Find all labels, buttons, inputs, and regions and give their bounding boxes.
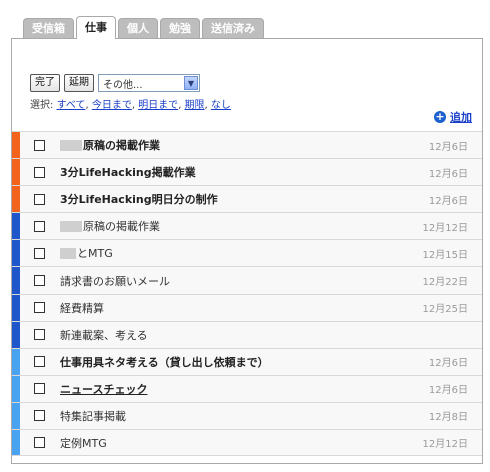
filter-none-link[interactable]: なし	[211, 100, 231, 111]
task-row[interactable]: 3分LifeHacking明日分の制作 12月6日	[12, 185, 482, 213]
filter-all-link[interactable]: すべて	[57, 100, 86, 111]
task-checkbox[interactable]	[34, 275, 45, 287]
selection-filter: 選択: すべて, 今日まで, 明日まで, 期限, なし	[30, 100, 231, 111]
task-title-text: 経費精算	[60, 301, 104, 315]
task-row[interactable]: 原稿の掲載作業 12月12日	[12, 212, 482, 240]
task-title: 仕事用具ネタ考える（貸し出し依頼まで）	[60, 354, 269, 370]
tab-work[interactable]: 仕事	[76, 16, 116, 39]
task-title-text: 3分LifeHacking明日分の制作	[60, 193, 218, 207]
task-title-text: 原稿の掲載作業	[83, 220, 160, 234]
task-list: 原稿の掲載作業 12月6日 3分LifeHacking掲載作業 12月6日 3分Life…	[12, 131, 482, 457]
tab-personal[interactable]: 個人	[118, 18, 158, 39]
redacted-text	[60, 247, 76, 259]
task-due-date: 12月6日	[428, 385, 468, 397]
task-row[interactable]: 請求書のお願いメール 12月22日	[12, 266, 482, 294]
task-title: 3分LifeHacking明日分の制作	[60, 191, 218, 207]
task-title-text: 請求書のお願いメール	[60, 274, 170, 288]
redacted-text	[60, 220, 82, 232]
task-title-text: 仕事用具ネタ考える（貸し出し依頼まで）	[60, 355, 269, 369]
task-due-date: 12月6日	[428, 141, 468, 153]
task-checkbox[interactable]	[34, 166, 45, 178]
filter-due-link[interactable]: 期限	[185, 100, 205, 111]
task-title-text: とMTG	[77, 247, 113, 261]
task-row[interactable]: 経費精算 12月25日	[12, 293, 482, 321]
more-actions-select[interactable]: その他... ▼	[98, 74, 200, 92]
task-title: 定例MTG	[60, 435, 107, 451]
task-checkbox[interactable]	[34, 302, 45, 314]
complete-button[interactable]: 完了	[30, 74, 60, 92]
plus-icon: +	[434, 110, 446, 123]
task-checkbox[interactable]	[34, 410, 45, 422]
task-row[interactable]: 新連載案、考える	[12, 320, 482, 348]
task-checkbox[interactable]	[34, 193, 45, 205]
priority-indicator	[12, 430, 20, 456]
postpone-button[interactable]: 延期	[64, 74, 94, 92]
task-row[interactable]: 3分LifeHacking掲載作業 12月6日	[12, 158, 482, 186]
task-title: 原稿の掲載作業	[60, 137, 160, 153]
task-due-date: 12月15日	[422, 249, 468, 261]
task-title-text: ニュースチェック	[60, 382, 148, 396]
task-controls: 完了 延期 その他... ▼	[30, 74, 200, 92]
task-row[interactable]: 原稿の掲載作業 12月6日	[12, 131, 482, 159]
task-due-date: 12月6日	[428, 195, 468, 207]
task-checkbox[interactable]	[34, 139, 45, 151]
task-due-date: 12月12日	[422, 439, 468, 451]
task-row[interactable]: ニュースチェック 12月6日	[12, 374, 482, 402]
tab-bar: 受信箱 仕事 個人 勉強 送信済み	[23, 16, 264, 39]
filter-today-link[interactable]: 今日まで	[92, 100, 132, 111]
task-row[interactable]: 仕事用具ネタ考える（貸し出し依頼まで） 12月6日	[12, 347, 482, 375]
tab-inbox[interactable]: 受信箱	[23, 18, 74, 39]
priority-indicator	[12, 186, 20, 213]
task-title-text: 新連載案、考える	[60, 328, 148, 342]
priority-indicator	[12, 348, 20, 375]
task-title-text: 特集記事掲載	[60, 409, 126, 423]
task-title: 新連載案、考える	[60, 327, 148, 343]
task-title[interactable]: ニュースチェック	[60, 381, 147, 397]
task-due-date: 12月6日	[428, 168, 468, 180]
task-due-date: 12月8日	[428, 412, 468, 424]
task-due-date: 12月12日	[422, 222, 468, 234]
priority-indicator	[12, 267, 20, 294]
task-checkbox[interactable]	[34, 437, 45, 449]
priority-indicator	[12, 375, 20, 402]
task-checkbox[interactable]	[34, 383, 45, 395]
priority-indicator	[12, 294, 20, 321]
priority-indicator	[12, 240, 20, 267]
task-title-text: 原稿の掲載作業	[83, 139, 160, 153]
filter-tomorrow-link[interactable]: 明日まで	[138, 100, 178, 111]
task-checkbox[interactable]	[34, 329, 45, 341]
filter-prefix: 選択:	[30, 100, 54, 111]
task-title: 原稿の掲載作業	[60, 218, 160, 234]
task-title-text: 定例MTG	[60, 436, 107, 450]
task-row[interactable]: 特集記事掲載 12月8日	[12, 401, 482, 430]
more-actions-select-value: その他...	[103, 79, 143, 91]
chevron-down-icon[interactable]: ▼	[184, 76, 198, 90]
task-title: 特集記事掲載	[60, 408, 126, 424]
priority-indicator	[12, 159, 20, 186]
priority-indicator	[12, 132, 20, 159]
tab-sent[interactable]: 送信済み	[202, 18, 264, 39]
priority-indicator	[12, 213, 20, 240]
task-panel: 完了 延期 その他... ▼ 選択: すべて, 今日まで, 明日まで, 期限, …	[11, 38, 483, 464]
task-checkbox[interactable]	[34, 356, 45, 368]
tab-study[interactable]: 勉強	[160, 18, 200, 39]
task-row[interactable]: 定例MTG 12月12日	[12, 429, 482, 457]
priority-indicator	[12, 321, 20, 348]
task-due-date: 12月6日	[428, 358, 468, 370]
redacted-text	[60, 139, 82, 151]
task-title: とMTG	[60, 245, 113, 261]
task-checkbox[interactable]	[34, 247, 45, 259]
task-due-date: 12月22日	[422, 277, 468, 289]
task-due-date: 12月25日	[422, 304, 468, 316]
task-checkbox[interactable]	[34, 220, 45, 232]
add-task-label: 追加	[450, 111, 472, 124]
task-title-text: 3分LifeHacking掲載作業	[60, 166, 196, 180]
task-title: 請求書のお願いメール	[60, 273, 170, 289]
task-title: 3分LifeHacking掲載作業	[60, 164, 196, 180]
priority-indicator	[12, 402, 20, 430]
task-title: 経費精算	[60, 300, 104, 316]
add-task-button[interactable]: + 追加	[434, 109, 472, 125]
task-row[interactable]: とMTG 12月15日	[12, 239, 482, 267]
